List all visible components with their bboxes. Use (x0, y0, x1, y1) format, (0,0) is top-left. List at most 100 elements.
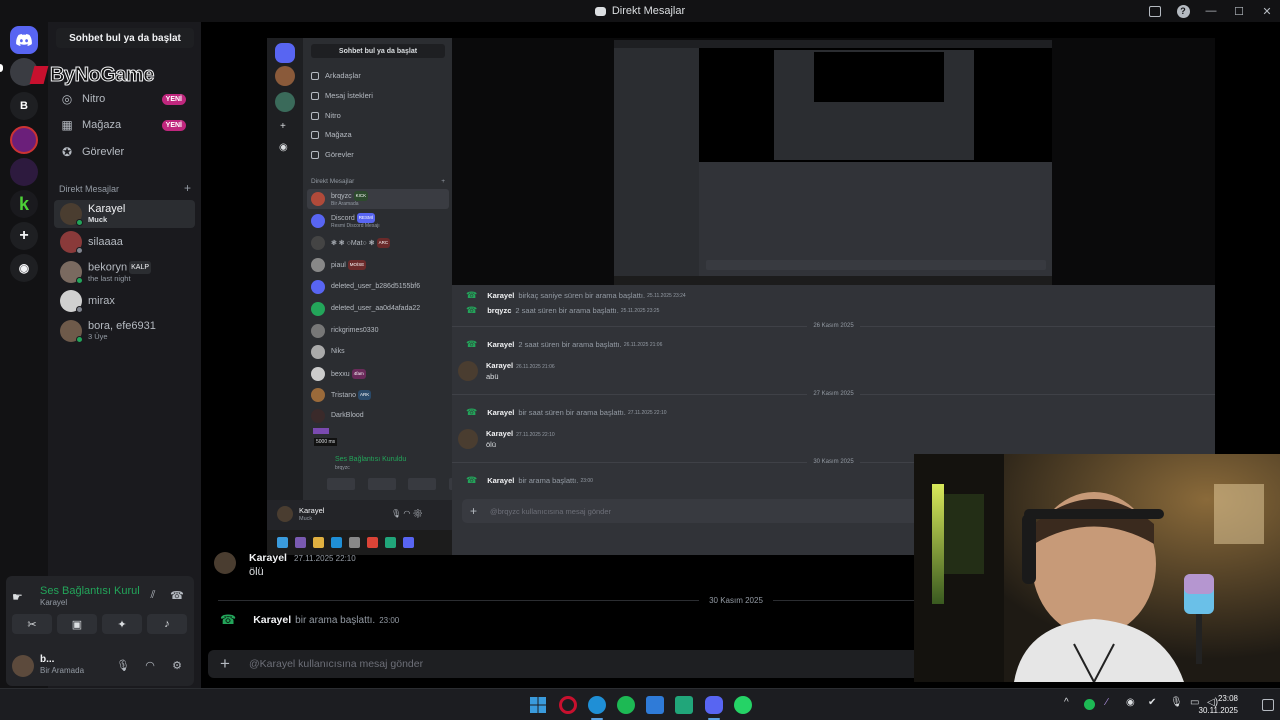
group-avatar (60, 320, 83, 343)
stream-dm-item: Discord RESMİ Resmi Discord Mesajı (307, 211, 449, 231)
tray-chevron-icon[interactable]: ^ (1064, 697, 1069, 708)
server-icon-2[interactable] (10, 126, 38, 154)
tray-steam-icon[interactable]: ✔ (1148, 697, 1156, 708)
new-badge: YENİ (161, 93, 186, 105)
message-avatar[interactable] (214, 552, 236, 574)
edge-icon[interactable] (588, 696, 606, 714)
spotify-icon[interactable] (617, 696, 635, 714)
streamer-webcam-image (914, 454, 1280, 682)
system-clock[interactable]: 23:08 30.11.2025 (1199, 693, 1238, 717)
dm-item-group[interactable]: bora, efe6931 3 Üye (54, 317, 195, 345)
find-conversation-button[interactable]: Sohbet bul ya da başlat (56, 28, 194, 48)
discord-icon[interactable] (705, 696, 723, 714)
user-status: Bir Aramada (40, 666, 85, 675)
tray-app-icon[interactable]: ∕ (1106, 697, 1108, 708)
cursor-icon: ☛ (12, 590, 23, 604)
overlay-text: ByNoGame (50, 63, 155, 86)
selection-pill (0, 64, 3, 72)
minimize-button[interactable]: — (1204, 4, 1218, 18)
discover-icon: ◉ (279, 142, 288, 153)
stream-dm-item: brqyzc KICK Bir Aramada (307, 189, 449, 209)
bynogame-logo-icon (29, 66, 49, 84)
disconnect-icon[interactable]: ☎ (170, 588, 184, 602)
user-name: b... (40, 654, 55, 665)
soundboard-button[interactable]: ♪ (147, 614, 187, 634)
stream-sidebar: Sohbet bul ya da başlat Arkadaşlar Mesaj… (303, 38, 477, 555)
camera-off-button[interactable]: ✂ (12, 614, 52, 634)
voice-status: Ses Bağlantısı Kuruldu (40, 585, 140, 597)
maximize-button[interactable]: ☐ (1232, 4, 1246, 18)
stream-dm-item: Niks (307, 342, 449, 362)
notification-icon[interactable] (1262, 699, 1274, 711)
tray-mic-icon[interactable]: 🎙 (1170, 697, 1183, 708)
discord-logo-icon (16, 34, 32, 46)
avatar (60, 231, 83, 254)
headset-icon[interactable]: ◠ (143, 658, 157, 672)
voice-channel: Karayel (40, 598, 68, 607)
os-taskbar: ^ ∕ ◉ ✔ 🎙 ▭ ◁) 23:08 30.11.2025 (0, 688, 1280, 720)
tray-app-icon-2[interactable]: ◉ (1126, 697, 1135, 708)
app-icon[interactable] (675, 696, 693, 714)
store-icon: ▦ (61, 118, 73, 132)
server-b[interactable]: B (10, 92, 38, 120)
dm-item-silaaaa[interactable]: silaaaa (54, 228, 195, 256)
avatar (60, 290, 83, 313)
nested-stream-area (452, 38, 1215, 285)
dm-item-mirax[interactable]: mirax (54, 287, 195, 315)
server-avatar (275, 66, 295, 86)
stream-server-rail: + ◉ (267, 38, 303, 555)
message-input[interactable]: + @Karayel kullanıcısına mesaj gönder (208, 650, 920, 678)
whatsapp-icon[interactable] (734, 696, 752, 714)
stream-user-panel: Karayel Muck 🎙 ◠ ⚙ (267, 500, 452, 530)
nitro-icon: ◎ (61, 92, 73, 106)
nested-screenshot (614, 40, 1052, 285)
help-button[interactable]: ? (1176, 4, 1190, 18)
phone-icon: ☎ (220, 612, 237, 627)
call-message: ☎ Karayel bir arama başlattı. 23:00 (220, 612, 400, 627)
activities-button[interactable]: ✦ (102, 614, 142, 634)
nav-quests[interactable]: ✪ Görevler (54, 140, 194, 164)
dm-item-karayel[interactable]: Karayel Muck (54, 200, 195, 228)
inbox-icon (594, 6, 606, 16)
inbox-button[interactable] (1148, 4, 1162, 18)
avatar (60, 203, 83, 226)
attach-plus-icon[interactable]: + (220, 654, 230, 674)
store-icon[interactable] (646, 696, 664, 714)
tray-spotify-icon[interactable] (1084, 699, 1095, 710)
screen-share-button[interactable]: ▣ (57, 614, 97, 634)
dm-section-header: Direkt Mesajlar + (59, 181, 191, 195)
clan-tag: KALP (129, 261, 152, 274)
stream-dm-item: bexxu 4fam (307, 364, 449, 384)
voice-panel: ☛ Ses Bağlantısı Kuruldu Karayel ⫽ ☎ ✂ ▣… (6, 576, 194, 686)
overlay-logo: ByNoGame (29, 62, 172, 88)
noise-suppression-icon[interactable]: ⫽ (146, 588, 160, 602)
windows-start-icon[interactable] (529, 696, 547, 714)
title-bar: Direkt Mesajlar ? — ☐ ✕ (0, 0, 1280, 22)
webcam-overlay (914, 454, 1280, 682)
close-button[interactable]: ✕ (1260, 4, 1274, 18)
new-badge: YENİ (161, 119, 186, 131)
message-content: ölü (249, 566, 264, 578)
mic-icon[interactable]: 🎙 (116, 658, 130, 672)
stream-dm-item: deleted_user_b286d5155bf6 (307, 277, 449, 297)
add-server-button[interactable]: + (10, 222, 38, 250)
nav-store[interactable]: ▦ Mağaza YENİ (54, 113, 194, 137)
settings-gear-icon[interactable]: ⚙ (170, 658, 184, 672)
message-header: Karayel 27.11.2025 22:10 (249, 552, 356, 564)
discover-icon[interactable]: ◉ (10, 254, 38, 282)
create-dm-button[interactable]: + (184, 182, 191, 194)
opera-icon[interactable] (559, 696, 577, 714)
user-avatar[interactable] (12, 655, 34, 677)
window-title: Direkt Mesajlar (611, 5, 686, 17)
stream-dm-item: ❃ ❃ ○Mat○ ❃ ARC (307, 233, 449, 253)
stream-dm-item: Tristano ARK (307, 385, 449, 405)
discord-home-button[interactable] (10, 26, 38, 54)
server-icon-3[interactable] (10, 158, 38, 186)
dm-item-bekoryn[interactable]: bekoryn KALP the last night (54, 258, 195, 286)
quests-icon: ✪ (61, 145, 73, 159)
discord-logo-icon (275, 43, 295, 63)
avatar (60, 261, 83, 284)
user-panel: b... Bir Aramada 🎙 ◠ ⚙ (6, 652, 194, 682)
nav-nitro[interactable]: ◎ Nitro YENİ (54, 87, 194, 111)
server-icon-kick[interactable]: k (10, 190, 38, 218)
